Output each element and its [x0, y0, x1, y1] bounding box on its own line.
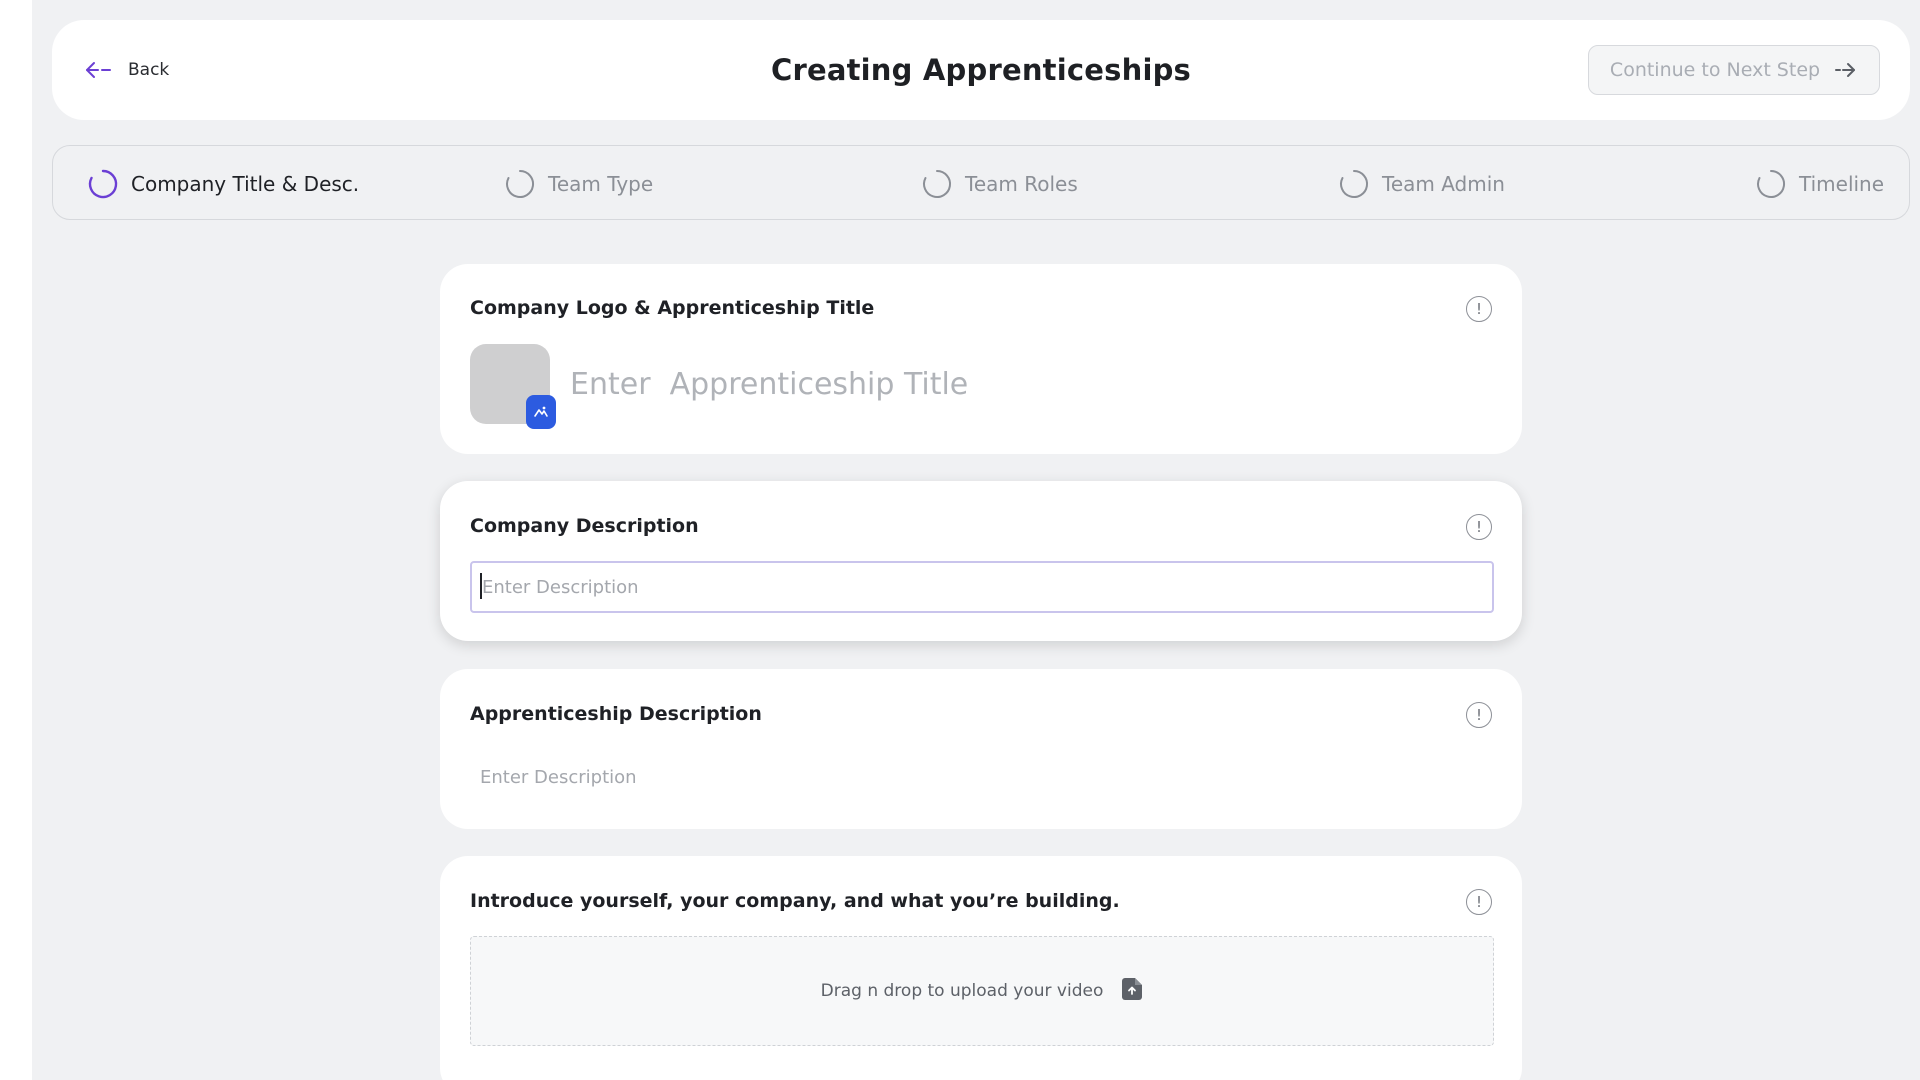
company-logo-upload[interactable] [470, 344, 556, 429]
progress-spinner-icon [1338, 168, 1370, 200]
step-label: Team Type [548, 171, 654, 196]
apprenticeship-description-input[interactable] [470, 761, 1470, 793]
info-icon[interactable]: ! [1466, 296, 1492, 322]
step-company-title-desc[interactable]: Company Title & Desc. [87, 146, 359, 221]
card-title: Introduce yourself, your company, and wh… [470, 890, 1120, 912]
arrow-left-icon [84, 61, 114, 79]
card-title: Company Logo & Apprenticeship Title [470, 297, 875, 319]
continue-next-step-label: Continue to Next Step [1609, 59, 1821, 81]
company-description-input[interactable] [470, 561, 1494, 613]
progress-spinner-icon [1755, 168, 1787, 200]
logo-title-card: Company Logo & Apprenticeship Title ! [440, 264, 1522, 454]
step-team-admin[interactable]: Team Admin [1338, 146, 1505, 221]
dropzone-label: Drag n drop to upload your video [820, 981, 1104, 1001]
arrow-right-icon [1834, 62, 1858, 78]
step-team-type[interactable]: Team Type [504, 146, 653, 221]
card-title: Company Description [470, 515, 699, 537]
step-timeline[interactable]: Timeline [1755, 146, 1884, 221]
progress-spinner-icon [504, 168, 536, 200]
left-edge-strip [0, 0, 32, 1080]
progress-spinner-icon [87, 168, 119, 200]
step-label: Team Roles [965, 171, 1078, 196]
company-description-card: Company Description ! [440, 481, 1522, 641]
file-upload-icon [1121, 977, 1143, 1006]
step-team-roles[interactable]: Team Roles [921, 146, 1078, 221]
info-icon[interactable]: ! [1466, 889, 1492, 915]
continue-next-step-button[interactable]: Continue to Next Step [1588, 45, 1880, 95]
intro-video-card: Introduce yourself, your company, and wh… [440, 856, 1522, 1080]
progress-stepper: Company Title & Desc. Team Type Team Rol… [52, 145, 1910, 220]
video-dropzone[interactable]: Drag n drop to upload your video [470, 936, 1494, 1046]
text-caret [480, 573, 482, 599]
page-header: Back Creating Apprenticeships Continue t… [52, 20, 1910, 120]
info-icon[interactable]: ! [1466, 702, 1492, 728]
apprenticeship-title-input[interactable] [570, 358, 1470, 410]
apprenticeship-description-card: Apprenticeship Description ! [440, 669, 1522, 829]
back-button-label: Back [128, 60, 170, 80]
step-label: Company Title & Desc. [131, 171, 360, 196]
card-title: Apprenticeship Description [470, 703, 762, 725]
image-edit-icon[interactable] [526, 395, 556, 429]
app-root: Back Creating Apprenticeships Continue t… [32, 0, 1920, 1080]
info-icon[interactable]: ! [1466, 514, 1492, 540]
step-label: Timeline [1799, 171, 1885, 196]
progress-spinner-icon [921, 168, 953, 200]
step-label: Team Admin [1382, 171, 1505, 196]
back-button[interactable]: Back [84, 20, 169, 120]
